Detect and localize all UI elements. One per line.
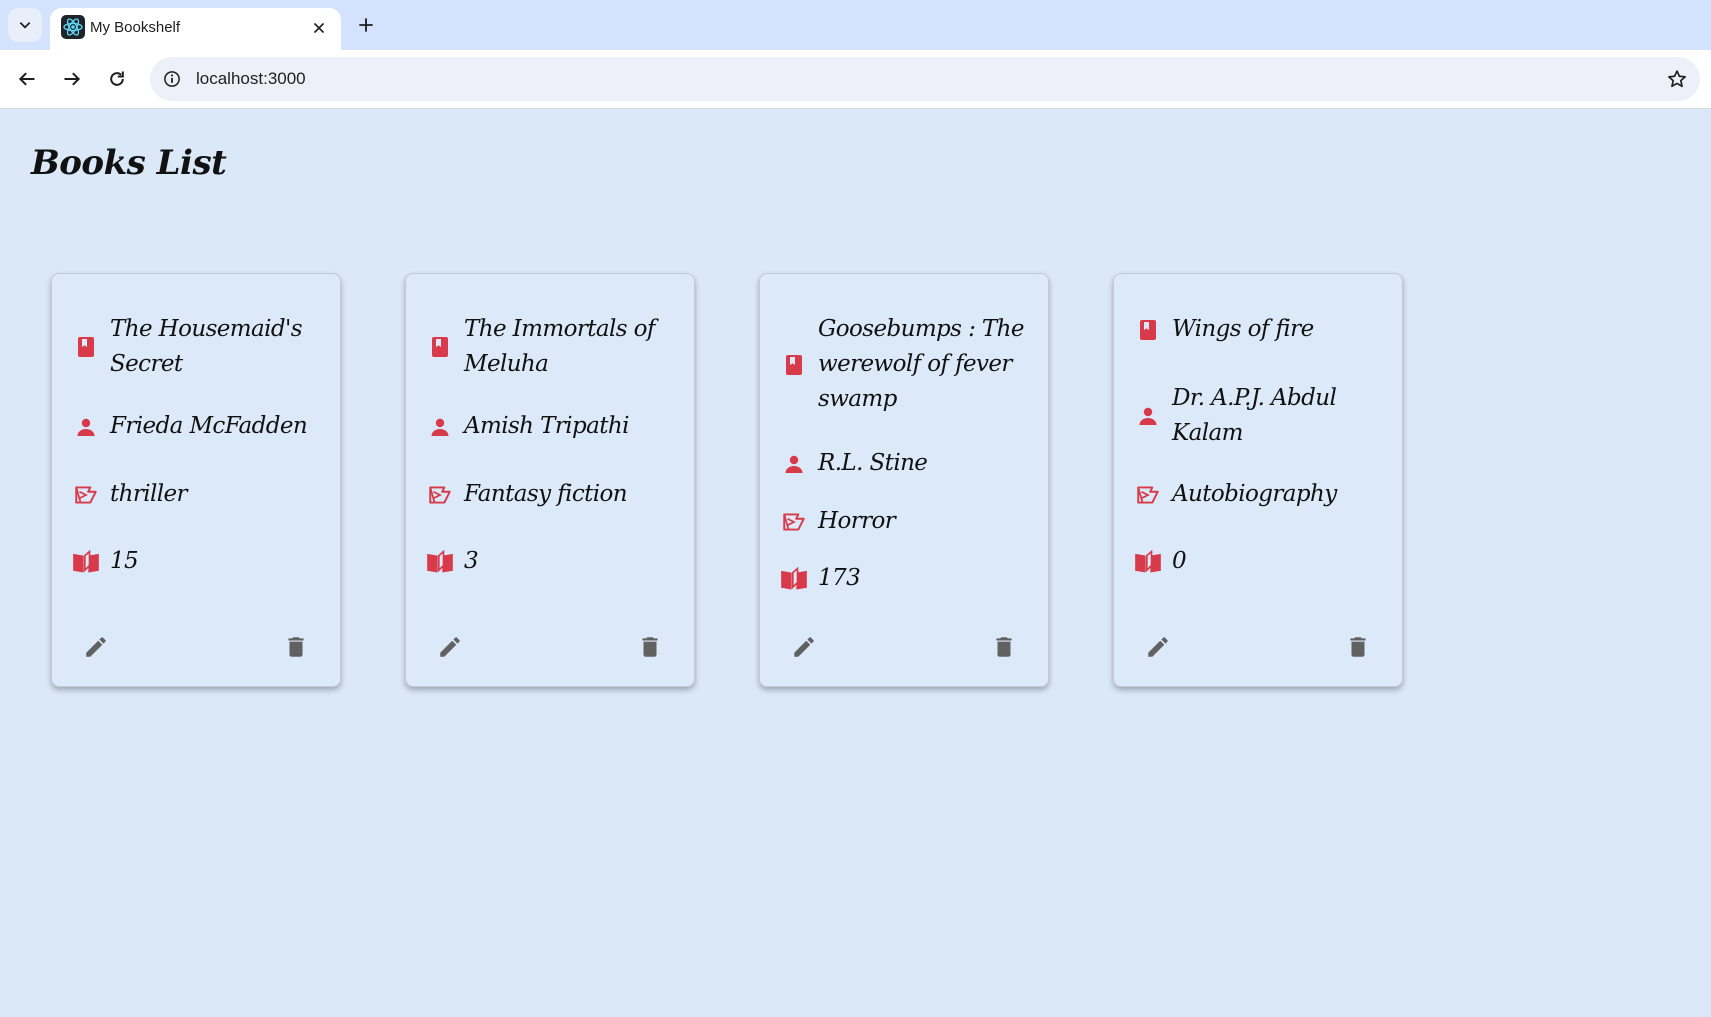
book-icon xyxy=(1134,316,1162,344)
book-author-row: R.L. Stine xyxy=(780,446,1035,481)
book-title-row: The Immortals of Meluha xyxy=(426,312,681,382)
genre-icon xyxy=(1134,481,1162,509)
book-genre: Fantasy fiction xyxy=(464,481,628,507)
person-icon xyxy=(72,413,100,441)
book-card: The Immortals of Meluha Amish Tripathi Fan… xyxy=(405,273,695,687)
delete-button[interactable] xyxy=(632,629,668,665)
book-author: Amish Tripathi xyxy=(464,413,629,439)
genre-icon xyxy=(426,481,454,509)
book-title: The Housemaid's Secret xyxy=(110,316,303,377)
book-author: Dr. A.P.J. Abdul Kalam xyxy=(1172,385,1337,446)
book-genre: Horror xyxy=(818,508,896,534)
book-count-row: 0 xyxy=(1134,544,1389,579)
book-icon xyxy=(426,333,454,361)
forward-button[interactable] xyxy=(56,63,88,95)
book-genre-row: Horror xyxy=(780,504,1035,539)
back-button[interactable] xyxy=(11,63,43,95)
edit-icon xyxy=(794,637,814,657)
person-icon xyxy=(426,413,454,441)
forward-arrow-icon xyxy=(64,72,81,86)
book-author: Frieda McFadden xyxy=(110,413,308,439)
book-count-row: 3 xyxy=(426,544,681,579)
book-title-row: Goosebumps : The werewolf of fever swamp xyxy=(780,312,1035,417)
book-count: 173 xyxy=(818,565,861,591)
book-count: 0 xyxy=(1172,548,1187,574)
react-icon xyxy=(61,15,85,39)
trash-icon xyxy=(996,637,1012,657)
open-book-icon xyxy=(72,548,100,576)
bookmark-button[interactable] xyxy=(1664,66,1690,92)
book-count-row: 173 xyxy=(780,561,1035,596)
star-icon xyxy=(1668,70,1686,88)
edit-button[interactable] xyxy=(78,629,114,665)
tab-strip: My Bookshelf xyxy=(0,0,1711,50)
chevron-down-icon xyxy=(19,22,31,29)
tab-close-button[interactable] xyxy=(307,16,331,40)
book-count: 15 xyxy=(110,548,139,574)
book-genre: Autobiography xyxy=(1172,481,1337,507)
book-count: 3 xyxy=(464,548,479,574)
site-info-button[interactable] xyxy=(160,67,184,91)
book-card: Goosebumps : The werewolf of fever swamp… xyxy=(759,273,1049,687)
person-icon xyxy=(1134,402,1162,430)
edit-button[interactable] xyxy=(432,629,468,665)
book-author-row: Frieda McFadden xyxy=(72,409,327,444)
edit-icon xyxy=(86,637,106,657)
genre-icon xyxy=(72,481,100,509)
plus-icon xyxy=(359,18,373,32)
book-genre-row: Fantasy fiction xyxy=(426,477,681,512)
book-author: R.L. Stine xyxy=(818,450,928,476)
edit-button[interactable] xyxy=(1140,629,1176,665)
delete-button[interactable] xyxy=(1340,629,1376,665)
browser-tab[interactable]: My Bookshelf xyxy=(50,8,341,50)
close-icon xyxy=(313,22,325,34)
back-arrow-icon xyxy=(18,72,35,86)
book-icon xyxy=(72,333,100,361)
edit-icon xyxy=(1148,637,1168,657)
book-author-row: Amish Tripathi xyxy=(426,409,681,444)
edit-icon xyxy=(440,637,460,657)
delete-button[interactable] xyxy=(278,629,314,665)
url-text[interactable]: localhost:3000 xyxy=(196,69,306,89)
book-count-row: 15 xyxy=(72,544,327,579)
open-book-icon xyxy=(426,548,454,576)
book-title: Wings of fire xyxy=(1172,316,1314,342)
reload-icon xyxy=(110,71,124,86)
browser-toolbar: localhost:3000 xyxy=(0,50,1711,109)
tab-search-button[interactable] xyxy=(8,8,42,42)
reload-button[interactable] xyxy=(101,63,133,95)
book-title: The Immortals of Meluha xyxy=(464,316,655,377)
book-genre-row: Autobiography xyxy=(1134,477,1389,512)
trash-icon xyxy=(1350,637,1366,657)
book-title-row: The Housemaid's Secret xyxy=(72,312,327,382)
address-bar[interactable]: localhost:3000 xyxy=(150,57,1700,101)
info-icon xyxy=(164,71,180,87)
new-tab-button[interactable] xyxy=(352,11,380,39)
book-title-row: Wings of fire xyxy=(1134,312,1389,347)
book-icon xyxy=(780,351,808,379)
book-title: Goosebumps : The werewolf of fever swamp xyxy=(818,316,1024,412)
trash-icon xyxy=(288,637,304,657)
page-title: Books List xyxy=(31,143,227,183)
book-genre: thriller xyxy=(110,481,188,507)
trash-icon xyxy=(642,637,658,657)
edit-button[interactable] xyxy=(786,629,822,665)
book-author-row: Dr. A.P.J. Abdul Kalam xyxy=(1134,381,1389,451)
page-content: Books List The Housemaid's Secret Frieda … xyxy=(0,109,1711,1017)
book-genre-row: thriller xyxy=(72,477,327,512)
delete-button[interactable] xyxy=(986,629,1022,665)
book-card: Wings of fire Dr. A.P.J. Abdul Kalam Autob… xyxy=(1113,273,1403,687)
person-icon xyxy=(780,450,808,478)
open-book-icon xyxy=(1134,548,1162,576)
tab-title: My Bookshelf xyxy=(90,19,181,36)
open-book-icon xyxy=(780,565,808,593)
genre-icon xyxy=(780,508,808,536)
book-card: The Housemaid's Secret Frieda McFadden thr… xyxy=(51,273,341,687)
